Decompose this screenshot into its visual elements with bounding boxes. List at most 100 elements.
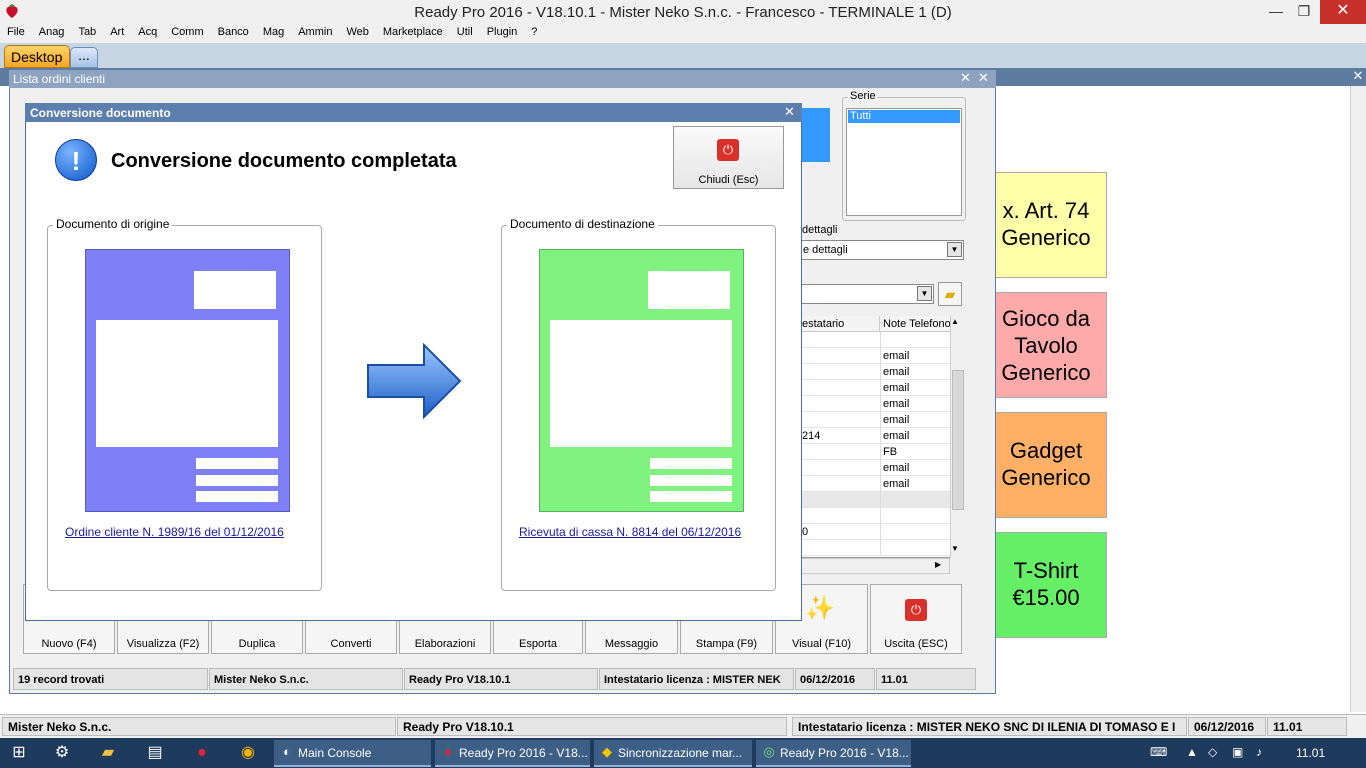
- menu-anag[interactable]: Anag: [32, 24, 72, 43]
- taskbar-item[interactable]: ◆ Sincronizzazione mar...: [594, 740, 752, 767]
- scroll-thumb[interactable]: [952, 370, 964, 510]
- clock[interactable]: 11.01: [1296, 746, 1325, 760]
- folder-icon[interactable]: ▰: [97, 742, 119, 764]
- table-row[interactable]: email: [800, 380, 950, 396]
- destination-label: Documento di destinazione: [507, 217, 658, 231]
- menu-plugin[interactable]: Plugin: [480, 24, 525, 43]
- strawberry-icon[interactable]: ●: [191, 742, 213, 764]
- network-icon[interactable]: ⚙: [51, 742, 73, 764]
- menu-tab[interactable]: Tab: [71, 24, 103, 43]
- taskbar-item[interactable]: ◎ Ready Pro 2016 - V18...: [756, 740, 911, 767]
- column-divider: [880, 412, 881, 428]
- scroll-right-icon[interactable]: ▶: [935, 560, 941, 569]
- column-divider: [880, 444, 881, 460]
- console-icon: ◐: [283, 744, 291, 759]
- destination-document-link[interactable]: Ricevuta di cassa N. 8814 del 06/12/2016: [519, 525, 741, 539]
- minimize-button[interactable]: —: [1262, 0, 1290, 24]
- cell-note: email: [883, 350, 910, 362]
- table-row[interactable]: email: [800, 412, 950, 428]
- doc-line: [196, 458, 278, 469]
- network-icon[interactable]: ▣: [1232, 745, 1243, 759]
- keyboard-icon[interactable]: ⌨: [1150, 745, 1167, 759]
- menu-marketplace[interactable]: Marketplace: [376, 24, 450, 43]
- column-divider: [880, 364, 881, 380]
- table-row[interactable]: email: [800, 460, 950, 476]
- windows-start-icon[interactable]: ⊞: [8, 742, 30, 764]
- table-row[interactable]: email: [800, 396, 950, 412]
- record-count: 19 record trovati: [13, 668, 208, 690]
- cell-note: email: [883, 430, 910, 442]
- chevron-up-icon[interactable]: ▲: [1186, 745, 1198, 759]
- window-title: Ready Pro 2016 - V18.10.1 - Mister Neko …: [414, 4, 952, 21]
- menu-web[interactable]: Web: [339, 24, 375, 43]
- arrow-right-icon: [366, 342, 462, 420]
- menu-mag[interactable]: Mag: [256, 24, 291, 43]
- background-window-close-icon[interactable]: ✕: [1350, 68, 1366, 86]
- serie-list[interactable]: [846, 108, 962, 216]
- taskbar-item[interactable]: ● Ready Pro 2016 - V18...: [435, 740, 590, 767]
- column-header[interactable]: estatario: [800, 316, 880, 332]
- menu-file[interactable]: File: [0, 24, 32, 43]
- version-status: Ready Pro V18.10.1: [404, 668, 598, 690]
- menu-ammin[interactable]: Ammin: [291, 24, 339, 43]
- dropbox-icon[interactable]: ◇: [1208, 745, 1217, 759]
- table-row[interactable]: email: [800, 364, 950, 380]
- table-row[interactable]: [800, 492, 950, 508]
- origin-document-link[interactable]: Ordine cliente N. 1989/16 del 01/12/2016: [65, 525, 284, 539]
- menu-banco[interactable]: Banco: [211, 24, 256, 43]
- close-icon[interactable]: ✕: [784, 104, 795, 120]
- strawberry-icon: ●: [444, 744, 452, 759]
- grid-horizontal-scrollbar[interactable]: [800, 558, 950, 574]
- dettagli-label: dettagli: [800, 224, 840, 236]
- cliente-select[interactable]: [800, 284, 934, 304]
- chevron-down-icon[interactable]: ▼: [947, 242, 962, 257]
- scroll-down-icon[interactable]: ▼: [951, 544, 959, 553]
- product-tile[interactable]: Gioco da Tavolo Generico: [985, 292, 1107, 398]
- menu-comm[interactable]: Comm: [164, 24, 210, 43]
- column-divider: [880, 332, 881, 348]
- tab-desktop[interactable]: Desktop: [4, 45, 70, 68]
- table-row[interactable]: FB: [800, 444, 950, 460]
- table-row[interactable]: [800, 332, 950, 348]
- menu-util[interactable]: Util: [450, 24, 480, 43]
- menu-acq[interactable]: Acq: [131, 24, 164, 43]
- company-status: Mister Neko S.n.c.: [209, 668, 403, 690]
- serie-item-selected[interactable]: Tutti: [848, 110, 960, 123]
- doc-line: [196, 491, 278, 502]
- chevron-down-icon[interactable]: ▼: [917, 286, 932, 301]
- product-tile[interactable]: x. Art. 74 Generico: [985, 172, 1107, 278]
- notepad-icon[interactable]: ▤: [144, 742, 166, 764]
- taskbar-item-label: Ready Pro 2016 - V18...: [459, 746, 588, 760]
- table-row[interactable]: email: [800, 348, 950, 364]
- background-window-scrollbar[interactable]: [1350, 86, 1366, 712]
- company-status: Mister Neko S.n.c.: [2, 717, 396, 736]
- folder-icon[interactable]: ▰: [938, 282, 962, 306]
- table-row[interactable]: [800, 540, 950, 556]
- taskbar-item[interactable]: ◐ Main Console: [274, 740, 431, 767]
- volume-icon[interactable]: ♪: [1256, 745, 1262, 759]
- column-divider: [880, 380, 881, 396]
- product-tile[interactable]: T-Shirt €15.00: [985, 532, 1107, 638]
- cell-intestatario: 0: [802, 526, 809, 538]
- table-row[interactable]: email: [800, 476, 950, 492]
- doc-line: [196, 475, 278, 486]
- maximize-button[interactable]: ❐: [1290, 0, 1318, 24]
- chrome-icon[interactable]: ◉: [237, 742, 259, 764]
- column-header[interactable]: Note Telefono: [880, 316, 950, 332]
- dettagli-select[interactable]: e dettagli: [800, 240, 964, 260]
- table-row[interactable]: [800, 508, 950, 524]
- product-tile[interactable]: Gadget Generico: [985, 412, 1107, 518]
- close-icon[interactable]: ✕: [978, 70, 989, 86]
- table-row[interactable]: 0: [800, 524, 950, 540]
- table-row[interactable]: 214 email: [800, 428, 950, 444]
- close-button[interactable]: ✕: [1320, 0, 1366, 24]
- scroll-up-icon[interactable]: ▲: [951, 317, 959, 326]
- license-status: Intestatario licenza : MISTER NEKO SNC D…: [792, 717, 1187, 736]
- menu-art[interactable]: Art: [103, 24, 131, 43]
- causale-list-selection[interactable]: [800, 108, 830, 162]
- column-divider: [880, 508, 881, 524]
- menu-help[interactable]: ?: [524, 24, 544, 43]
- tab-more[interactable]: ...: [70, 47, 98, 68]
- close-icon[interactable]: ✕: [960, 70, 971, 86]
- destination-document-icon: [539, 249, 744, 512]
